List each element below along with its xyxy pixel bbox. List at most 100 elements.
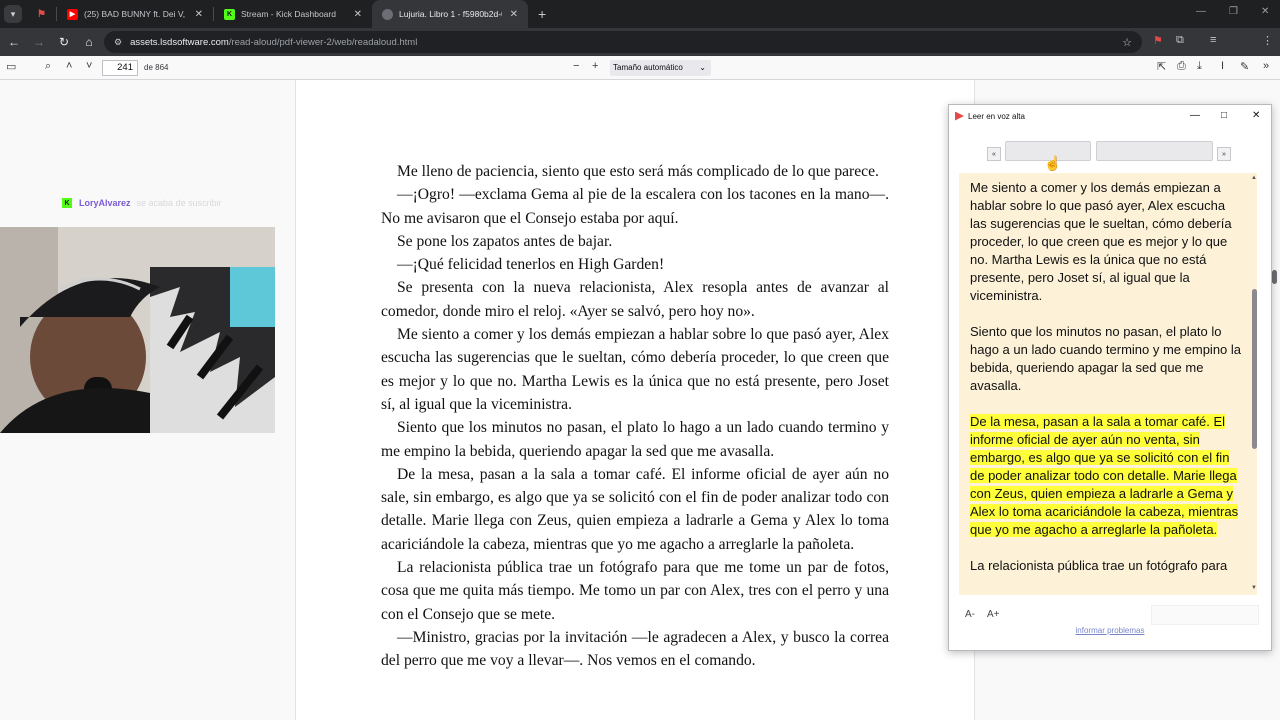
browser-toolbar: ← → ↻ ⌂ ⚙ assets.lsdsoftware.com/read-al… — [0, 28, 1280, 77]
close-icon[interactable]: ✕ — [510, 9, 518, 20]
page-number-input[interactable]: 241 — [102, 60, 138, 76]
page-paragraph: —¡Qué felicidad tenerlos en High Garden! — [397, 256, 665, 274]
forward-icon: » — [1222, 150, 1226, 158]
sidebar-toggle-icon[interactable]: ▭ — [6, 60, 16, 73]
pdf-page-text: Me lleno de paciencia, siento que esto s… — [381, 160, 889, 673]
zoom-in-icon[interactable]: + — [592, 60, 598, 72]
tab-kick-dashboard[interactable]: K Stream - Kick Dashboard ✕ — [214, 0, 372, 28]
draw-icon[interactable]: ✎ — [1240, 60, 1249, 73]
zoom-select-value: Tamaño automático — [613, 63, 683, 72]
read-aloud-text[interactable]: Me siento a comer y los demás empiezan a… — [959, 173, 1257, 595]
chevron-down-icon: ⌄ — [699, 63, 706, 72]
url-host: assets.lsdsoftware.com — [130, 36, 229, 48]
tab-strip: ▾ ⚑ ▶ (25) BAD BUNNY ft. Dei V, Omar ✕ K… — [0, 0, 1280, 28]
read-aloud-title: Leer en voz alta — [968, 111, 1025, 121]
previous-page-icon[interactable]: ˄ — [66, 60, 72, 72]
page-paragraph: Se pone los zapatos antes de bajar. — [397, 232, 613, 250]
site-info-icon[interactable]: ⚙ — [114, 37, 122, 48]
rewind-button[interactable]: « — [987, 147, 1001, 161]
highlighted-sentence: De la mesa, pasan a la sala a tomar café… — [970, 414, 1239, 537]
stop-button[interactable] — [1096, 141, 1213, 161]
scroll-down-icon[interactable]: ▼ — [1251, 585, 1257, 591]
read-aloud-app-icon — [955, 111, 964, 121]
new-tab-button[interactable]: + — [538, 6, 546, 22]
reload-icon: ↻ — [58, 35, 70, 49]
page-paragraph: Me lleno de paciencia, siento que esto s… — [397, 163, 879, 180]
search-icon[interactable]: ⌕ — [45, 60, 51, 73]
back-arrow-icon: ← — [8, 35, 20, 49]
reader-paragraph: Siento que los minutos no pasan, el plat… — [970, 324, 1242, 393]
bookmark-star-icon[interactable]: ☆ — [1122, 36, 1132, 49]
extensions-icon[interactable]: ⧉ — [1176, 34, 1184, 47]
save-icon[interactable]: ⤓ — [1197, 60, 1202, 73]
maximize-icon[interactable]: □ — [1221, 110, 1227, 121]
forward-button[interactable]: → — [28, 31, 50, 53]
home-icon: ⌂ — [85, 35, 93, 49]
home-button[interactable]: ⌂ — [78, 31, 100, 53]
kick-icon: K — [62, 198, 72, 208]
maximize-icon[interactable]: ❐ — [1229, 6, 1238, 17]
url-path: /read-aloud/pdf-viewer-2/web/readaloud.h… — [228, 36, 418, 48]
tab-youtube[interactable]: ▶ (25) BAD BUNNY ft. Dei V, Omar ✕ — [57, 0, 213, 28]
reader-paragraph: Me siento a comer y los demás empiezan a… — [970, 180, 1232, 303]
viewer-scrollbar[interactable] — [1272, 270, 1277, 284]
minimize-icon[interactable]: — — [1190, 110, 1200, 121]
tab-pinned-1[interactable]: ⚑ — [28, 0, 56, 28]
rewind-icon: « — [992, 150, 996, 158]
tab-search-button[interactable]: ▾ — [4, 5, 22, 23]
forward-button[interactable]: » — [1217, 147, 1231, 161]
read-aloud-window: Leer en voz alta — □ ✕ « » Me siento a c… — [948, 104, 1272, 651]
scroll-thumb[interactable] — [1252, 289, 1257, 449]
forward-arrow-icon: → — [33, 35, 45, 49]
voice-selector[interactable] — [1151, 605, 1259, 625]
pdf-toolbar: ▭ ⌕ ˄ ˅ 241 de 864 − + Tamaño automático… — [0, 56, 1280, 80]
tab-title: Stream - Kick Dashboard — [241, 9, 336, 19]
close-icon[interactable]: ✕ — [354, 9, 362, 20]
close-icon[interactable]: ✕ — [195, 9, 203, 20]
reader-paragraph: La relacionista pública trae un fotógraf… — [970, 558, 1228, 573]
page-paragraph: Me siento a comer y los demás empiezan a… — [381, 326, 889, 413]
print-icon[interactable]: ⎙ — [1177, 60, 1186, 73]
page-paragraph: De la mesa, pasan a la sala a tomar café… — [381, 465, 889, 553]
address-bar[interactable]: ⚙ assets.lsdsoftware.com/read-aloud/pdf-… — [104, 31, 1142, 53]
webcam-feed — [0, 227, 275, 433]
page-count: de 864 — [144, 63, 169, 72]
close-icon[interactable]: ✕ — [1252, 110, 1260, 121]
chevron-down-icon: ▾ — [10, 8, 16, 19]
font-decrease-button[interactable]: A- — [965, 609, 975, 620]
font-increase-button[interactable]: A+ — [987, 609, 1000, 620]
menu-kebab-icon[interactable]: ⋮ — [1262, 34, 1273, 47]
reload-button[interactable]: ↻ — [53, 31, 75, 53]
report-issue-link[interactable]: informar problemas — [949, 626, 1271, 635]
zoom-out-icon[interactable]: − — [573, 60, 579, 72]
flag-icon: ⚑ — [36, 8, 47, 20]
playback-controls: « » — [987, 141, 1231, 163]
read-aloud-extension-icon[interactable]: ⚑ — [1153, 34, 1163, 47]
back-button[interactable]: ← — [3, 31, 25, 53]
page-paragraph: Se presenta con la nueva relacionista, A… — [381, 279, 889, 320]
more-tools-icon[interactable]: » — [1263, 60, 1269, 72]
open-file-icon[interactable]: ⇱ — [1157, 60, 1166, 73]
text-cursor-icon[interactable]: I — [1221, 60, 1224, 72]
read-aloud-titlebar[interactable]: Leer en voz alta — □ ✕ — [949, 105, 1271, 127]
zoom-select[interactable]: Tamaño automático ⌄ — [610, 60, 711, 76]
tab-lujuria-active[interactable]: Lujuria. Libro 1 - f5980b2d-06d ✕ — [372, 0, 528, 28]
globe-icon — [382, 8, 393, 20]
kick-icon: K — [224, 8, 235, 20]
close-window-icon[interactable]: ✕ — [1261, 6, 1269, 17]
tab-title: (25) BAD BUNNY ft. Dei V, Omar — [84, 9, 187, 19]
media-controls-icon[interactable]: ≡ — [1210, 34, 1216, 46]
page-paragraph: —Ministro, gracias por la invitación —le… — [381, 628, 889, 670]
minimize-icon[interactable]: — — [1196, 6, 1206, 17]
youtube-icon: ▶ — [67, 8, 78, 20]
mouse-cursor-icon: ☝ — [1044, 155, 1062, 171]
reader-scrollbar[interactable]: ▲ ▼ — [1249, 173, 1259, 595]
reader-paragraph-current: De la mesa, pasan a la sala a tomar café… — [970, 413, 1242, 539]
page-paragraph: La relacionista pública trae un fotógraf… — [381, 559, 889, 623]
next-page-icon[interactable]: ˅ — [86, 60, 92, 72]
page-paragraph: —¡Ogro! —exclama Gema al pie de la escal… — [381, 186, 889, 227]
tab-title: Lujuria. Libro 1 - f5980b2d-06d — [399, 9, 502, 19]
scroll-up-icon[interactable]: ▲ — [1251, 175, 1257, 181]
subscriber-alert: K LoryAlvarez se acaba de suscribir — [62, 198, 222, 208]
alert-message: se acaba de suscribir — [136, 198, 222, 208]
